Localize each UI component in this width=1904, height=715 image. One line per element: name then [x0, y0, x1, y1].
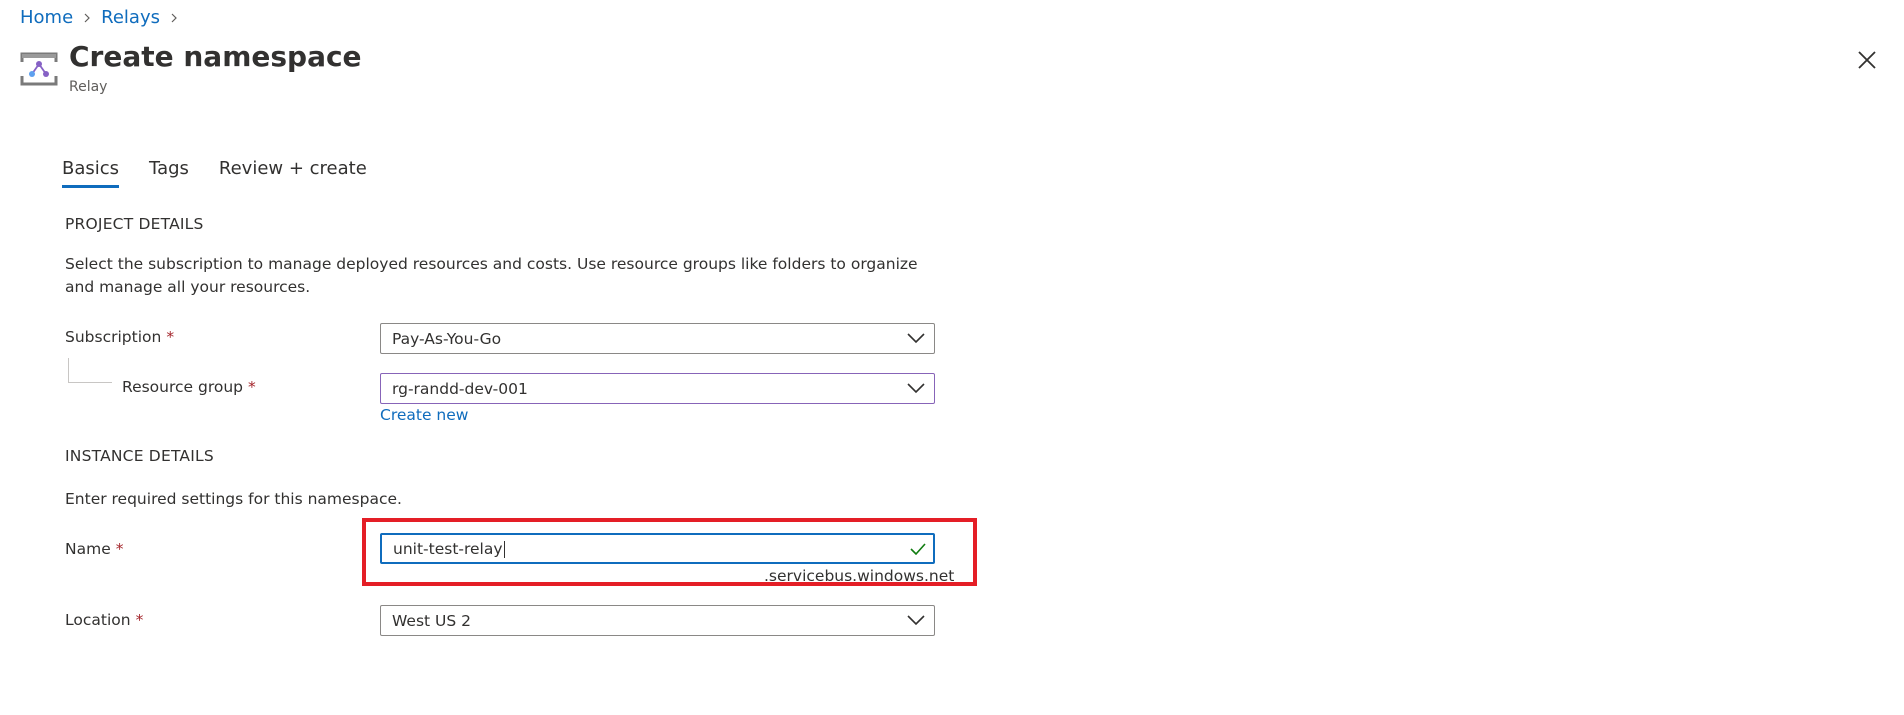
name-domain-suffix: .servicebus.windows.net: [764, 567, 955, 585]
chevron-down-icon: [907, 333, 925, 344]
tab-basics[interactable]: Basics: [62, 158, 120, 188]
name-label: Name *: [65, 540, 124, 558]
breadcrumb-relays-link[interactable]: Relays: [101, 7, 160, 28]
subscription-label: Subscription *: [65, 328, 175, 346]
page-title: Create namespace: [69, 40, 362, 73]
relay-icon: [20, 52, 58, 86]
tab-bar: Basics Tags Review + create: [62, 158, 397, 188]
page-subtitle: Relay: [69, 79, 108, 95]
chevron-down-icon: [907, 383, 925, 394]
required-asterisk: *: [248, 378, 256, 396]
required-asterisk: *: [115, 540, 124, 558]
tab-tags[interactable]: Tags: [149, 158, 189, 188]
create-new-resource-group-link[interactable]: Create new: [380, 406, 468, 424]
chevron-right-icon: [84, 13, 91, 22]
required-asterisk: *: [135, 611, 144, 629]
breadcrumb-home-link[interactable]: Home: [20, 7, 73, 28]
name-input[interactable]: unit-test-relay: [380, 533, 935, 564]
subscription-dropdown[interactable]: Pay-As-You-Go: [380, 323, 935, 354]
subscription-value: Pay-As-You-Go: [392, 329, 502, 348]
name-input-value: unit-test-relay: [393, 539, 503, 558]
instance-details-heading: INSTANCE DETAILS: [65, 447, 214, 465]
project-details-heading: PROJECT DETAILS: [65, 215, 204, 233]
location-label: Location *: [65, 611, 144, 629]
tab-review-create[interactable]: Review + create: [219, 158, 367, 188]
location-value: West US 2: [392, 611, 472, 630]
project-details-description: Select the subscription to manage deploy…: [65, 255, 918, 296]
chevron-down-icon: [907, 615, 925, 626]
breadcrumb: Home Relays: [20, 7, 188, 28]
instance-details-description: Enter required settings for this namespa…: [65, 490, 402, 508]
tree-connector: [68, 358, 112, 383]
location-dropdown[interactable]: West US 2: [380, 605, 935, 636]
required-asterisk: *: [166, 328, 175, 346]
resource-group-dropdown[interactable]: rg-randd-dev-001: [380, 373, 935, 404]
text-caret: [503, 540, 505, 558]
resource-group-label: Resource group *: [122, 378, 256, 396]
chevron-right-icon: [171, 13, 177, 22]
resource-group-value: rg-randd-dev-001: [392, 379, 528, 398]
close-icon[interactable]: [1856, 49, 1878, 71]
checkmark-icon: [910, 542, 926, 555]
